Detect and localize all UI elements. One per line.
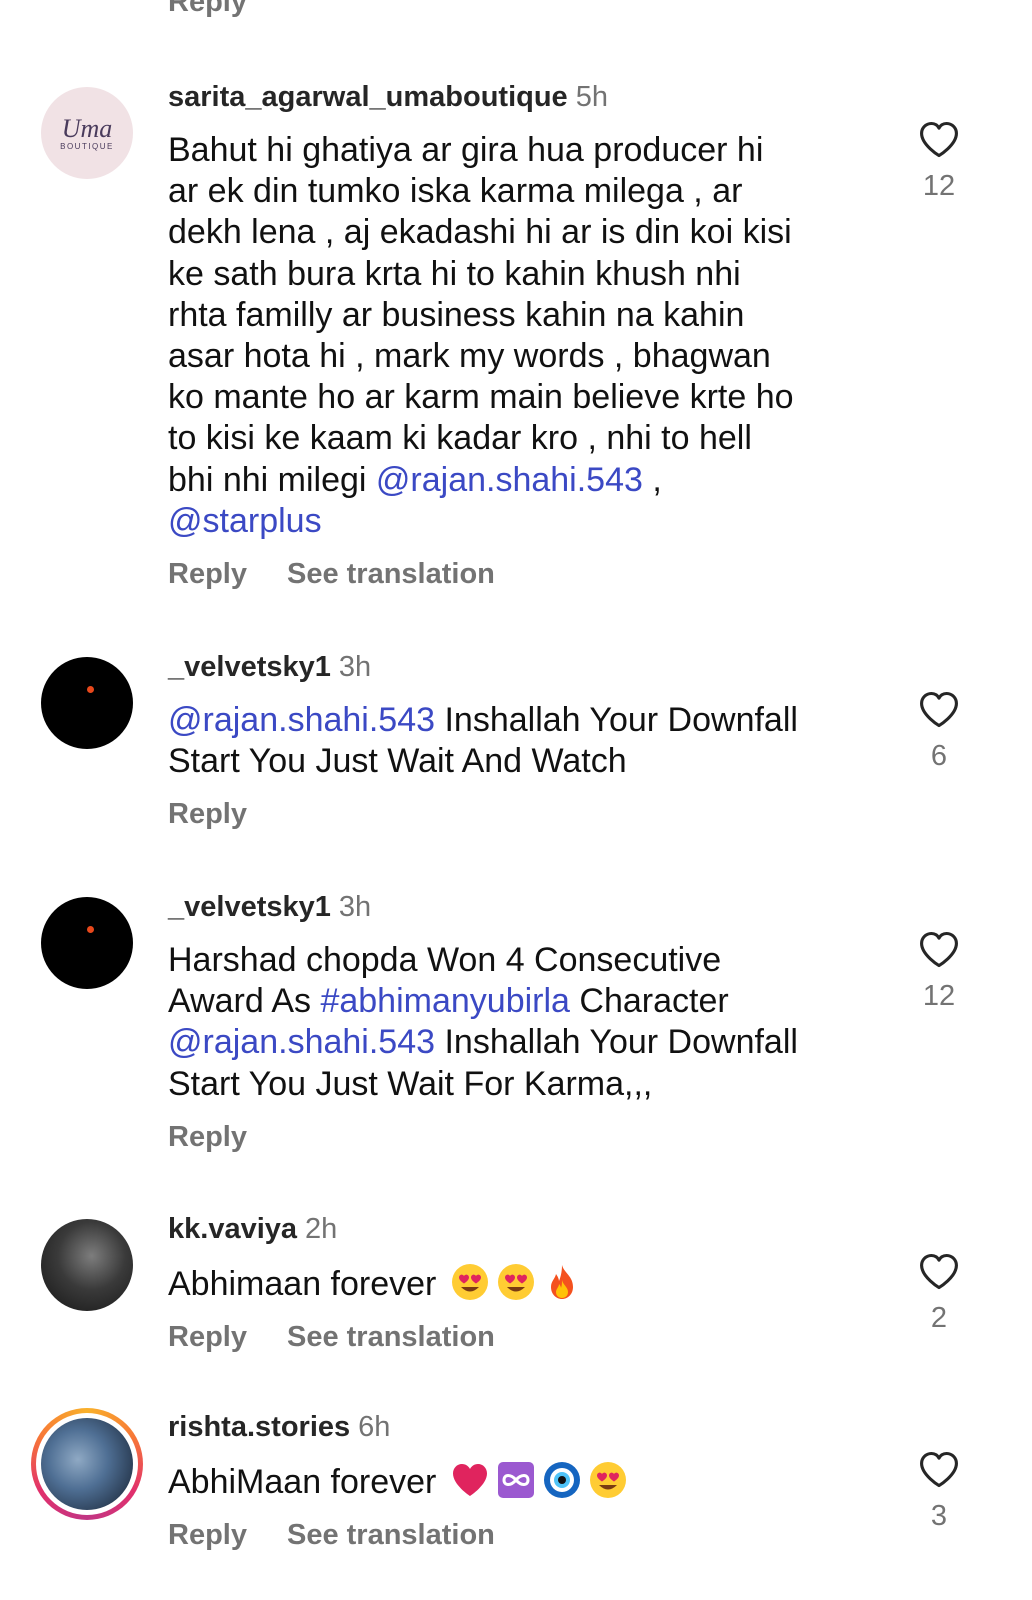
heart-eyes-emoji-icon xyxy=(588,1460,628,1500)
mention-link[interactable]: @rajan.shahi.543 xyxy=(376,461,643,499)
infinity-emoji-icon xyxy=(496,1460,536,1500)
username-link[interactable]: sarita_agarwal_umaboutique xyxy=(168,81,568,113)
timestamp: 3h xyxy=(338,891,372,923)
comment-text: Harshad chopda Won 4 Consecutive Award A… xyxy=(168,940,868,1105)
like-count: 2 xyxy=(930,1302,948,1334)
reply-button[interactable]: Reply xyxy=(168,796,247,832)
like-control: 3 xyxy=(908,1448,970,1532)
comment-actions: Reply See translation xyxy=(168,1319,868,1355)
reply-button[interactable]: Reply xyxy=(168,556,247,592)
see-translation-button[interactable]: See translation xyxy=(287,1519,495,1551)
reply-button[interactable]: Reply xyxy=(168,1119,247,1155)
avatar-dot xyxy=(87,926,94,933)
heart-icon[interactable] xyxy=(917,928,961,972)
avatar-dot xyxy=(87,686,94,693)
svg-text:BOUTIQUE: BOUTIQUE xyxy=(60,142,114,151)
heart-icon[interactable] xyxy=(917,1250,961,1294)
like-control: 2 xyxy=(908,1250,970,1334)
avatar-story-ring[interactable] xyxy=(31,1408,143,1520)
heart-icon[interactable] xyxy=(917,688,961,732)
heart-icon[interactable] xyxy=(917,1448,961,1492)
avatar xyxy=(41,1418,133,1510)
comment-text-part: Bahut hi ghatiya ar gira hua producer hi… xyxy=(168,131,794,499)
uma-boutique-logo-icon: Uma BOUTIQUE xyxy=(60,114,114,151)
comment-header: _velvetsky1 3h xyxy=(168,890,868,924)
comment-text-part: , xyxy=(652,460,662,499)
avatar[interactable] xyxy=(41,897,133,989)
like-count: 12 xyxy=(922,980,956,1012)
comment-header: kk.vaviya 2h xyxy=(168,1212,868,1246)
comment-header: sarita_agarwal_umaboutique 5h xyxy=(168,80,868,114)
like-control: 12 xyxy=(908,118,970,202)
see-translation-button[interactable]: See translation xyxy=(287,558,495,590)
comment-text-part: AbhiMaan forever xyxy=(168,1463,437,1501)
comment-text: Abhimaan forever xyxy=(168,1262,868,1305)
reply-button[interactable]: Reply xyxy=(168,0,247,19)
like-control: 12 xyxy=(908,928,970,1012)
nazar-amulet-emoji-icon xyxy=(542,1460,582,1500)
heart-icon[interactable] xyxy=(917,118,961,162)
red-heart-emoji-icon xyxy=(450,1460,490,1500)
timestamp: 3h xyxy=(338,651,372,683)
comment-text: Bahut hi ghatiya ar gira hua producer hi… xyxy=(168,130,868,542)
comment-header: _velvetsky1 3h xyxy=(168,650,868,684)
comment-actions: Reply xyxy=(168,796,868,832)
comment-header: rishta.stories 6h xyxy=(168,1410,868,1444)
comment-actions: Reply xyxy=(168,1119,868,1155)
username-link[interactable]: _velvetsky1 xyxy=(168,891,331,923)
username-link[interactable]: rishta.stories xyxy=(168,1411,350,1443)
heart-eyes-emoji-icon xyxy=(496,1262,536,1302)
comment-text: @rajan.shahi.543 Inshallah Your Downfall… xyxy=(168,700,868,782)
username-link[interactable]: kk.vaviya xyxy=(168,1213,297,1245)
mention-link[interactable]: @rajan.shahi.543 xyxy=(168,701,435,739)
like-count: 12 xyxy=(922,170,956,202)
svg-text:Uma: Uma xyxy=(62,114,113,143)
mention-link[interactable]: @rajan.shahi.543 xyxy=(168,1023,435,1061)
timestamp: 2h xyxy=(305,1213,338,1245)
see-translation-button[interactable]: See translation xyxy=(287,1321,495,1353)
heart-eyes-emoji-icon xyxy=(450,1262,490,1302)
comment-text-part: Character xyxy=(579,982,729,1021)
like-count: 6 xyxy=(930,740,948,772)
timestamp: 6h xyxy=(358,1411,391,1443)
avatar[interactable] xyxy=(41,657,133,749)
fire-emoji-icon xyxy=(542,1262,582,1302)
username-link[interactable]: _velvetsky1 xyxy=(168,651,331,683)
avatar[interactable]: Uma BOUTIQUE xyxy=(41,87,133,179)
mention-link[interactable]: @starplus xyxy=(168,502,322,540)
avatar[interactable] xyxy=(41,1219,133,1311)
comment-actions: Reply See translation xyxy=(168,1517,868,1553)
like-control: 6 xyxy=(908,688,970,772)
timestamp: 5h xyxy=(575,81,608,113)
hashtag-link[interactable]: #abhimanyubirla xyxy=(320,982,570,1020)
reply-button[interactable]: Reply xyxy=(168,1319,247,1355)
comment-text-part: Abhimaan forever xyxy=(168,1265,437,1303)
reply-button[interactable]: Reply xyxy=(168,1517,247,1553)
comment-actions: Reply See translation xyxy=(168,556,868,592)
comment-text: AbhiMaan forever xyxy=(168,1460,868,1503)
like-count: 3 xyxy=(930,1500,948,1532)
